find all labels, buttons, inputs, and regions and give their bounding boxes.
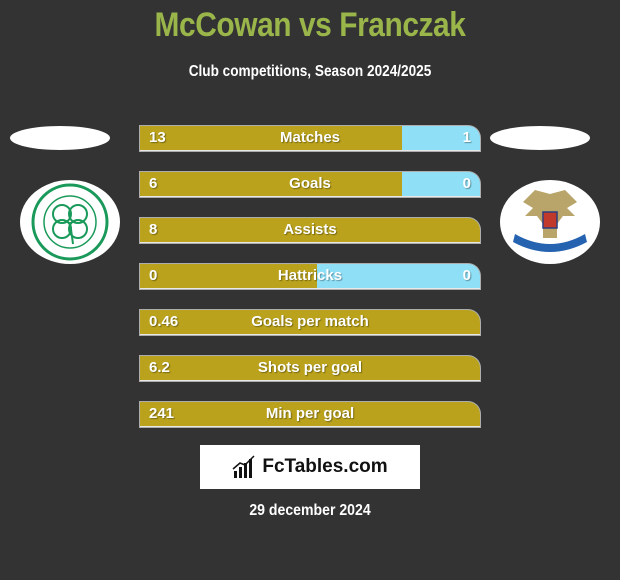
stat-label: Hattricks <box>277 267 343 284</box>
stat-row-matches: 13 Matches 1 <box>140 126 480 151</box>
stat-label: Min per goal <box>265 405 355 422</box>
right-value: 0 <box>462 175 471 192</box>
stat-label: Goals <box>289 175 331 192</box>
report-date: 29 december 2024 <box>249 502 371 519</box>
left-player-placeholder <box>10 126 110 150</box>
stat-row-min-per-goal: 241 Min per goal <box>140 402 480 427</box>
stat-row-hattricks: 0 Hattricks 0 <box>140 264 480 289</box>
stat-label: Goals per match <box>251 313 369 330</box>
stat-row-goals: 6 Goals 0 <box>140 172 480 197</box>
brand-name: FcTables.com <box>262 456 388 477</box>
stat-label: Assists <box>283 221 337 238</box>
stat-label: Matches <box>279 129 341 146</box>
st-johnstone-fc-crest-icon <box>513 190 587 252</box>
fctables-brand-link[interactable]: FcTables.com <box>200 445 420 489</box>
right-value: 1 <box>462 129 471 146</box>
left-team-logo[interactable] <box>20 180 120 264</box>
page-title: McCowan vs Franczak <box>154 6 466 44</box>
season-subtitle: Club competitions, Season 2024/2025 <box>188 63 432 80</box>
stat-row-shots-per-goal: 6.2 Shots per goal <box>140 356 480 381</box>
right-player-placeholder <box>490 126 590 150</box>
bar-chart-icon <box>232 455 255 478</box>
stat-row-goals-per-match: 0.46 Goals per match <box>140 310 480 335</box>
right-value: 0 <box>462 267 471 284</box>
stat-row-assists: 8 Assists <box>140 218 480 243</box>
stat-label: Shots per goal <box>257 359 363 376</box>
right-team-logo[interactable] <box>500 180 600 264</box>
celtic-fc-crest-icon <box>31 183 109 261</box>
